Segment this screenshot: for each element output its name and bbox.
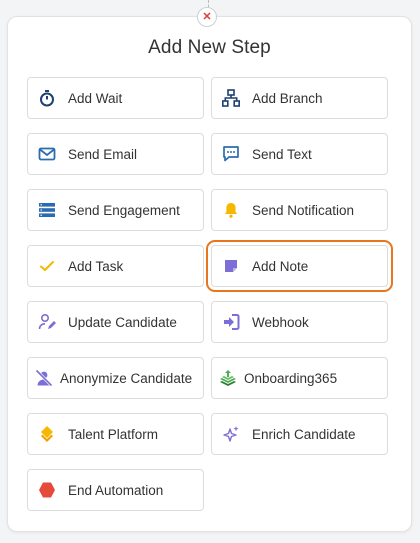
branch-tree-icon (222, 89, 240, 107)
user-edit-icon (38, 313, 56, 331)
envelope-icon (38, 145, 56, 163)
step-label: Add Wait (68, 90, 123, 106)
close-button[interactable]: ✕ (197, 7, 217, 27)
step-label: Send Email (68, 146, 138, 162)
send-engagement-button[interactable]: Send Engagement (27, 189, 204, 231)
step-label: Add Note (252, 258, 309, 274)
step-label: Talent Platform (68, 426, 159, 442)
step-label: Send Engagement (68, 202, 180, 218)
enrich-candidate-button[interactable]: Enrich Candidate (211, 413, 388, 455)
step-label: Enrich Candidate (252, 426, 356, 442)
add-task-button[interactable]: Add Task (27, 245, 204, 287)
layers-icon (219, 369, 237, 387)
talent-platform-button[interactable]: Talent Platform (27, 413, 204, 455)
send-text-button[interactable]: Send Text (211, 133, 388, 175)
note-icon (222, 257, 240, 275)
add-wait-button[interactable]: Add Wait (27, 77, 204, 119)
send-email-button[interactable]: Send Email (27, 133, 204, 175)
end-automation-button[interactable]: End Automation (27, 469, 204, 511)
step-label: Send Notification (252, 202, 355, 218)
step-label: End Automation (68, 482, 164, 498)
step-label: Onboarding365 (244, 370, 338, 386)
checkmark-icon (38, 257, 56, 275)
add-note-button[interactable]: Add Note (206, 240, 393, 292)
sparkles-icon (222, 425, 240, 443)
step-label: Send Text (252, 146, 312, 162)
anonymize-candidate-button[interactable]: Anonymize Candidate (27, 357, 204, 399)
add-branch-button[interactable]: Add Branch (211, 77, 388, 119)
server-stack-icon (38, 201, 56, 219)
step-label: Webhook (252, 314, 309, 330)
dialog-title: Add New Step (148, 37, 271, 58)
hexagon-icon (38, 481, 56, 499)
onboarding365-button[interactable]: Onboarding365 (211, 357, 388, 399)
webhook-button[interactable]: Webhook (211, 301, 388, 343)
update-candidate-button[interactable]: Update Candidate (27, 301, 204, 343)
close-icon: ✕ (202, 10, 212, 23)
bell-icon (222, 201, 240, 219)
step-label: Add Branch (252, 90, 323, 106)
step-grid: Add Wait Add Branch Send Email Send Text (27, 77, 393, 511)
step-label: Update Candidate (68, 314, 177, 330)
chat-bubble-icon (222, 145, 240, 163)
stopwatch-icon (38, 89, 56, 107)
send-notification-button[interactable]: Send Notification (211, 189, 388, 231)
add-step-dialog: Add New Step Add Wait Add Branch Send Em… (7, 16, 412, 532)
step-label: Anonymize Candidate (60, 370, 193, 386)
diamond-stack-icon (38, 425, 56, 443)
sign-in-arrow-icon (222, 313, 240, 331)
step-label: Add Task (68, 258, 124, 274)
user-slash-icon (35, 369, 53, 387)
